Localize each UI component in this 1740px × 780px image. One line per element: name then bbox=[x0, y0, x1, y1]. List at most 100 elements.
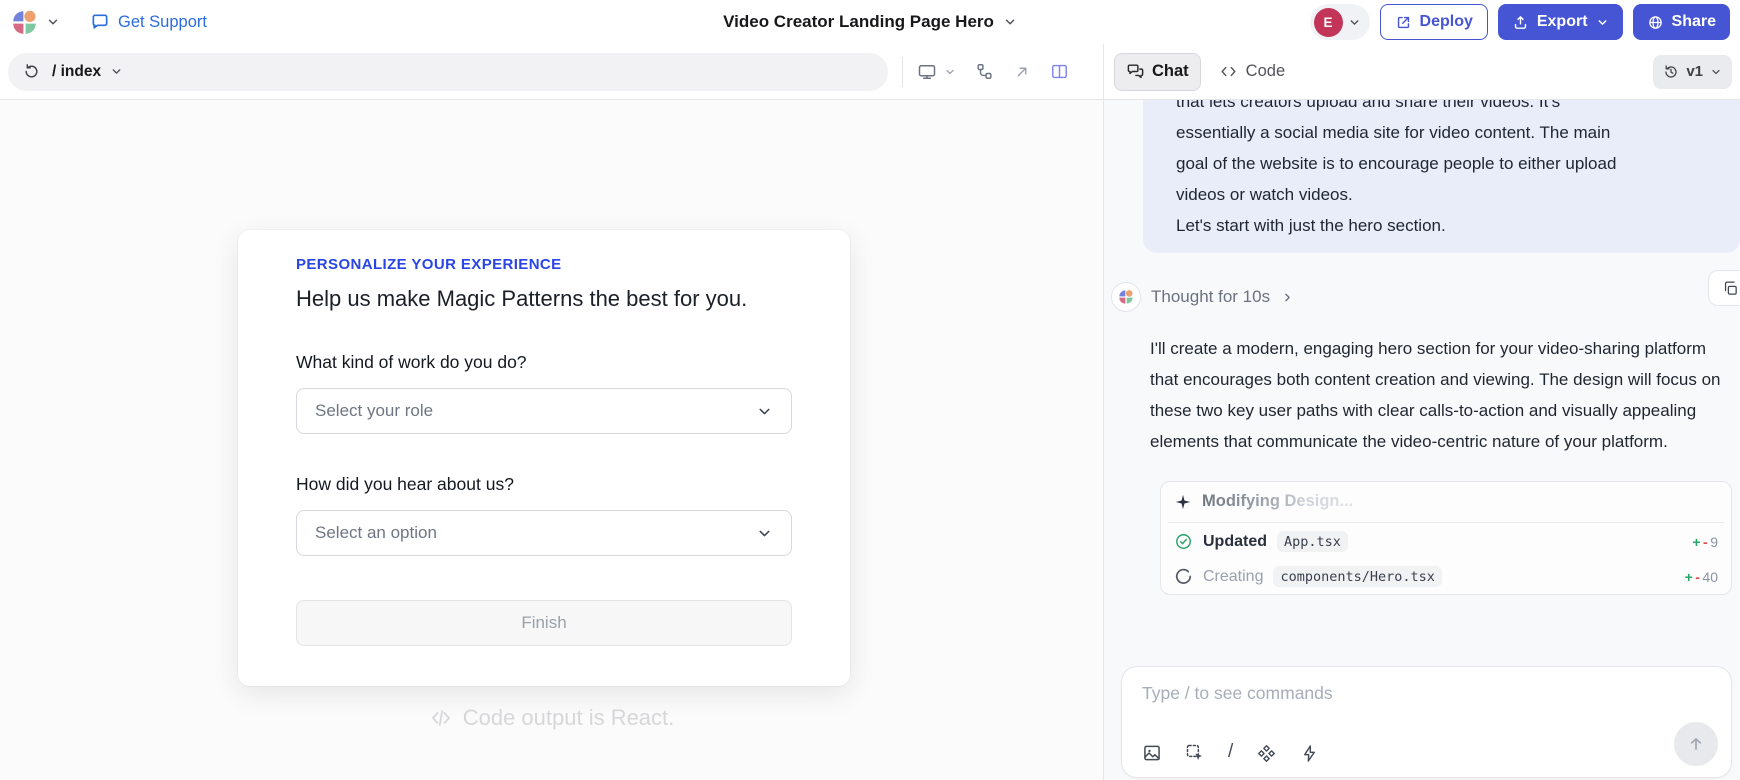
share-label: Share bbox=[1672, 13, 1716, 31]
diff-plus: + bbox=[1692, 534, 1700, 550]
support-bubble-icon bbox=[90, 12, 110, 32]
onboarding-modal: PERSONALIZE YOUR EXPERIENCE Help us make… bbox=[238, 230, 850, 686]
spinner-icon bbox=[1174, 567, 1193, 586]
referral-select-value: Select an option bbox=[315, 523, 437, 543]
get-support-link[interactable]: Get Support bbox=[90, 12, 207, 32]
quick-actions-icon[interactable] bbox=[1300, 744, 1319, 763]
address-bar[interactable]: / index bbox=[8, 53, 888, 91]
chat-thread: that lets creators upload and share thei… bbox=[1104, 100, 1740, 780]
diff-minus: - bbox=[1695, 569, 1700, 585]
avatar: E bbox=[1314, 8, 1343, 37]
sparkle-icon bbox=[1174, 493, 1192, 511]
refresh-icon[interactable] bbox=[23, 63, 40, 80]
code-icon bbox=[1219, 62, 1238, 81]
component-flow-icon[interactable] bbox=[975, 62, 994, 81]
preview-column: / index bbox=[0, 44, 1103, 780]
watermark-text: Code output is React. bbox=[463, 705, 675, 731]
share-button[interactable]: Share bbox=[1633, 4, 1730, 40]
main-split: / index bbox=[0, 44, 1740, 780]
project-title: Video Creator Landing Page Hero bbox=[723, 12, 994, 32]
preview-tools bbox=[917, 62, 1069, 82]
globe-icon bbox=[1647, 14, 1664, 31]
user-message-line: goal of the website is to encourage peop… bbox=[1176, 148, 1720, 179]
tab-code[interactable]: Code bbox=[1219, 62, 1285, 81]
diff-count: 9 bbox=[1710, 534, 1718, 550]
role-select-value: Select your role bbox=[315, 401, 433, 421]
check-circle-icon bbox=[1174, 532, 1193, 551]
account-menu[interactable]: E bbox=[1310, 4, 1370, 40]
diff-minus: - bbox=[1703, 534, 1708, 550]
version-history-dropdown[interactable]: v1 bbox=[1653, 55, 1732, 89]
code-icon bbox=[429, 706, 453, 730]
question2-label: How did you hear about us? bbox=[296, 474, 792, 495]
copy-message-button[interactable] bbox=[1708, 270, 1740, 306]
task-status-text: Modifying Design... bbox=[1202, 492, 1353, 511]
chevron-down-icon bbox=[1596, 16, 1609, 29]
version-label: v1 bbox=[1686, 63, 1703, 80]
select-element-icon[interactable] bbox=[1185, 743, 1205, 763]
question1-label: What kind of work do you do? bbox=[296, 352, 792, 373]
get-support-label: Get Support bbox=[118, 13, 207, 32]
file-chip: App.tsx bbox=[1277, 531, 1348, 552]
device-size-selector[interactable] bbox=[917, 62, 956, 82]
task-row-creating[interactable]: Creating components/Hero.tsx + - 40 bbox=[1161, 559, 1731, 594]
tab-chat-label: Chat bbox=[1152, 62, 1189, 81]
workspace-menu[interactable] bbox=[10, 9, 60, 36]
chat-header: Chat Code v1 bbox=[1104, 44, 1740, 100]
diff-plus: + bbox=[1685, 569, 1693, 585]
thought-disclosure[interactable]: Thought for 10s bbox=[1112, 283, 1740, 311]
history-icon bbox=[1663, 64, 1679, 80]
user-message-line: that lets creators upload and share thei… bbox=[1176, 100, 1720, 117]
chat-bubbles-icon bbox=[1126, 62, 1145, 81]
slash-command-icon[interactable]: / bbox=[1228, 741, 1233, 763]
assistant-avatar bbox=[1112, 283, 1140, 311]
chat-composer: / bbox=[1121, 666, 1732, 778]
chevron-down-icon bbox=[756, 525, 773, 542]
open-in-new-tab-icon[interactable] bbox=[1013, 63, 1031, 81]
deploy-button[interactable]: Deploy bbox=[1380, 4, 1488, 40]
task-row-status: Creating bbox=[1203, 568, 1263, 586]
magic-patterns-logo-icon bbox=[10, 9, 39, 36]
split-view-icon[interactable] bbox=[1050, 62, 1069, 81]
top-bar: Get Support Video Creator Landing Page H… bbox=[0, 0, 1740, 44]
framework-watermark: Code output is React. bbox=[0, 705, 1103, 731]
monitor-icon bbox=[917, 62, 937, 82]
tab-chat[interactable]: Chat bbox=[1114, 53, 1201, 91]
preview-toolbar: / index bbox=[0, 44, 1103, 100]
design-patterns-icon[interactable] bbox=[1256, 743, 1277, 764]
topbar-actions: E Deploy Export bbox=[1310, 4, 1730, 40]
referral-select[interactable]: Select an option bbox=[296, 510, 792, 556]
tab-code-label: Code bbox=[1246, 62, 1285, 81]
chevron-right-icon bbox=[1281, 291, 1294, 304]
route-dropdown[interactable]: / index bbox=[52, 63, 123, 81]
diff-stats: + - 9 bbox=[1692, 534, 1718, 550]
divider bbox=[1168, 522, 1724, 523]
thought-label: Thought for 10s bbox=[1151, 287, 1270, 307]
assistant-message: I'll create a modern, engaging hero sect… bbox=[1150, 333, 1732, 457]
chevron-down-icon bbox=[46, 15, 60, 29]
chevron-down-icon bbox=[1348, 16, 1361, 29]
user-message-line: videos or watch videos. bbox=[1176, 179, 1720, 210]
role-select[interactable]: Select your role bbox=[296, 388, 792, 434]
task-card-header: Modifying Design... bbox=[1161, 482, 1731, 521]
finish-button[interactable]: Finish bbox=[296, 600, 792, 646]
send-button[interactable] bbox=[1674, 722, 1718, 766]
task-row-updated[interactable]: Updated App.tsx + - 9 bbox=[1161, 524, 1731, 559]
diff-stats: + - 40 bbox=[1685, 569, 1718, 585]
user-message-line: Let's start with just the hero section. bbox=[1176, 210, 1720, 241]
task-progress-card: Modifying Design... Updated App.tsx + - … bbox=[1160, 481, 1732, 595]
project-title-dropdown[interactable]: Video Creator Landing Page Hero bbox=[723, 12, 1017, 32]
chevron-down-icon bbox=[756, 403, 773, 420]
deploy-label: Deploy bbox=[1420, 13, 1473, 31]
chat-input[interactable] bbox=[1142, 683, 1572, 704]
route-label: / index bbox=[52, 63, 101, 81]
export-label: Export bbox=[1537, 13, 1588, 31]
task-row-status: Updated bbox=[1203, 533, 1267, 551]
upload-icon bbox=[1512, 14, 1529, 31]
toolbar-divider bbox=[902, 57, 903, 87]
arrow-up-icon bbox=[1686, 734, 1706, 754]
preview-canvas: PERSONALIZE YOUR EXPERIENCE Help us make… bbox=[0, 100, 1103, 780]
modal-eyebrow: PERSONALIZE YOUR EXPERIENCE bbox=[296, 256, 792, 273]
attach-image-icon[interactable] bbox=[1142, 743, 1162, 763]
export-button[interactable]: Export bbox=[1498, 4, 1623, 40]
